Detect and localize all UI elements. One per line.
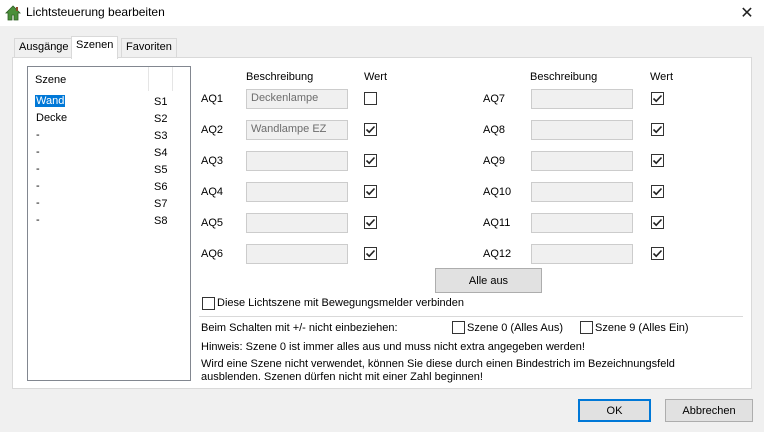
all-off-label: Alle aus: [468, 274, 509, 287]
scene-code: S2: [154, 113, 168, 125]
output-label: AQ3: [201, 155, 224, 167]
close-icon: ✕: [740, 5, 754, 22]
tab-label: Szenen: [76, 39, 114, 51]
description-header-right: Beschreibung: [530, 71, 598, 83]
output-label: AQ12: [483, 248, 512, 260]
output-description-field[interactable]: Wandlampe EZ: [246, 120, 348, 140]
column-divider: [172, 67, 173, 91]
output-label: AQ1: [201, 93, 224, 105]
motion-sensor-label: Diese Lichtszene mit Bewegungsmelder ver…: [217, 297, 465, 309]
scene0-exclude-label: Szene 0 (Alles Aus): [467, 322, 563, 334]
window-title: Lichtsteuerung bearbeiten: [26, 5, 165, 19]
scene-code: S7: [154, 198, 168, 210]
output-description-field[interactable]: Deckenlampe: [246, 89, 348, 109]
column-divider: [148, 67, 149, 91]
scene0-exclude-checkbox[interactable]: [452, 321, 465, 334]
scene9-exclude-checkbox[interactable]: [580, 321, 593, 334]
list-item[interactable]: - S6: [28, 179, 190, 196]
value-header-left: Wert: [364, 71, 388, 83]
title-bar: Lichtsteuerung bearbeiten ✕: [0, 0, 764, 26]
output-label: AQ5: [201, 217, 224, 229]
output-value-checkbox[interactable]: [364, 216, 377, 229]
scene-name: Decke: [36, 112, 68, 124]
ok-label: OK: [606, 404, 623, 417]
motion-sensor-checkbox[interactable]: [202, 297, 215, 310]
all-off-button[interactable]: Alle aus: [435, 268, 542, 293]
output-description-field[interactable]: [246, 213, 348, 233]
list-item[interactable]: Decke S2: [28, 111, 190, 128]
output-value-checkbox[interactable]: [651, 154, 664, 167]
output-description-field[interactable]: [531, 120, 633, 140]
scene-code: S1: [154, 96, 168, 108]
cancel-label: Abbrechen: [682, 404, 736, 417]
list-item[interactable]: - S8: [28, 213, 190, 230]
output-label: AQ2: [201, 124, 224, 136]
output-value-checkbox[interactable]: [364, 92, 377, 105]
output-value-checkbox[interactable]: [364, 154, 377, 167]
scene-code: S6: [154, 181, 168, 193]
scene-name: -: [36, 129, 40, 141]
output-label: AQ7: [483, 93, 506, 105]
tab-label: Favoriten: [126, 41, 172, 53]
list-item[interactable]: - S7: [28, 196, 190, 213]
scene9-exclude-label: Szene 9 (Alles Ein): [595, 322, 689, 334]
scene-name: -: [36, 197, 40, 209]
scene-list[interactable]: Szene Wand S1 Decke S2 - S3 - S4 - S5 - S6 - S7 - S8: [27, 66, 191, 381]
exclude-label: Beim Schalten mit +/- nicht einbeziehen:: [201, 322, 398, 334]
output-value-checkbox[interactable]: [651, 185, 664, 198]
value-header-right: Wert: [650, 71, 674, 83]
tab-szenen[interactable]: Szenen: [71, 36, 119, 59]
close-button[interactable]: ✕: [730, 0, 764, 26]
output-value-checkbox[interactable]: [651, 247, 664, 260]
output-description-field[interactable]: [531, 182, 633, 202]
output-value-checkbox[interactable]: [651, 123, 664, 136]
output-description-field[interactable]: [246, 182, 348, 202]
hint-hide-scene-line2: ausblenden. Szenen dürfen nicht mit eine…: [201, 371, 483, 383]
scene-name: -: [36, 214, 40, 226]
output-description-field[interactable]: [531, 244, 633, 264]
scene-code: S4: [154, 147, 168, 159]
divider: [199, 316, 743, 317]
output-label: AQ9: [483, 155, 506, 167]
scene-name: -: [36, 163, 40, 175]
output-label: AQ6: [201, 248, 224, 260]
tab-label: Ausgänge: [19, 41, 69, 53]
home-icon: [5, 5, 21, 21]
output-description-field[interactable]: [531, 151, 633, 171]
list-item[interactable]: - S3: [28, 128, 190, 145]
output-description-field[interactable]: [246, 244, 348, 264]
scene-name: -: [36, 180, 40, 192]
scene-name: -: [36, 146, 40, 158]
tab-ausgaenge[interactable]: Ausgänge: [14, 38, 74, 57]
list-item[interactable]: Wand S1: [28, 94, 190, 111]
output-label: AQ11: [483, 217, 511, 229]
list-item[interactable]: - S4: [28, 145, 190, 162]
scene-column-header: Szene: [35, 74, 67, 86]
output-label: AQ8: [483, 124, 506, 136]
output-value-checkbox[interactable]: [364, 185, 377, 198]
list-item[interactable]: - S5: [28, 162, 190, 179]
scene-code: S8: [154, 215, 168, 227]
ok-button[interactable]: OK: [578, 399, 651, 422]
output-description-field[interactable]: [531, 89, 633, 109]
scene-name: Wand: [35, 95, 66, 107]
output-value-checkbox[interactable]: [651, 216, 664, 229]
tab-favoriten[interactable]: Favoriten: [121, 38, 177, 57]
output-value-checkbox[interactable]: [651, 92, 664, 105]
scene-code: S5: [154, 164, 168, 176]
output-description-field[interactable]: [246, 151, 348, 171]
hint-scene0: Hinweis: Szene 0 ist immer alles aus und…: [201, 341, 585, 353]
output-label: AQ10: [483, 186, 512, 198]
scene-code: S3: [154, 130, 168, 142]
cancel-button[interactable]: Abbrechen: [665, 399, 753, 422]
output-value-checkbox[interactable]: [364, 123, 377, 136]
output-value-checkbox[interactable]: [364, 247, 377, 260]
output-label: AQ4: [201, 186, 224, 198]
hint-hide-scene-line1: Wird eine Szene nicht verwendet, können …: [201, 358, 675, 370]
output-description-field[interactable]: [531, 213, 633, 233]
description-header-left: Beschreibung: [246, 71, 314, 83]
